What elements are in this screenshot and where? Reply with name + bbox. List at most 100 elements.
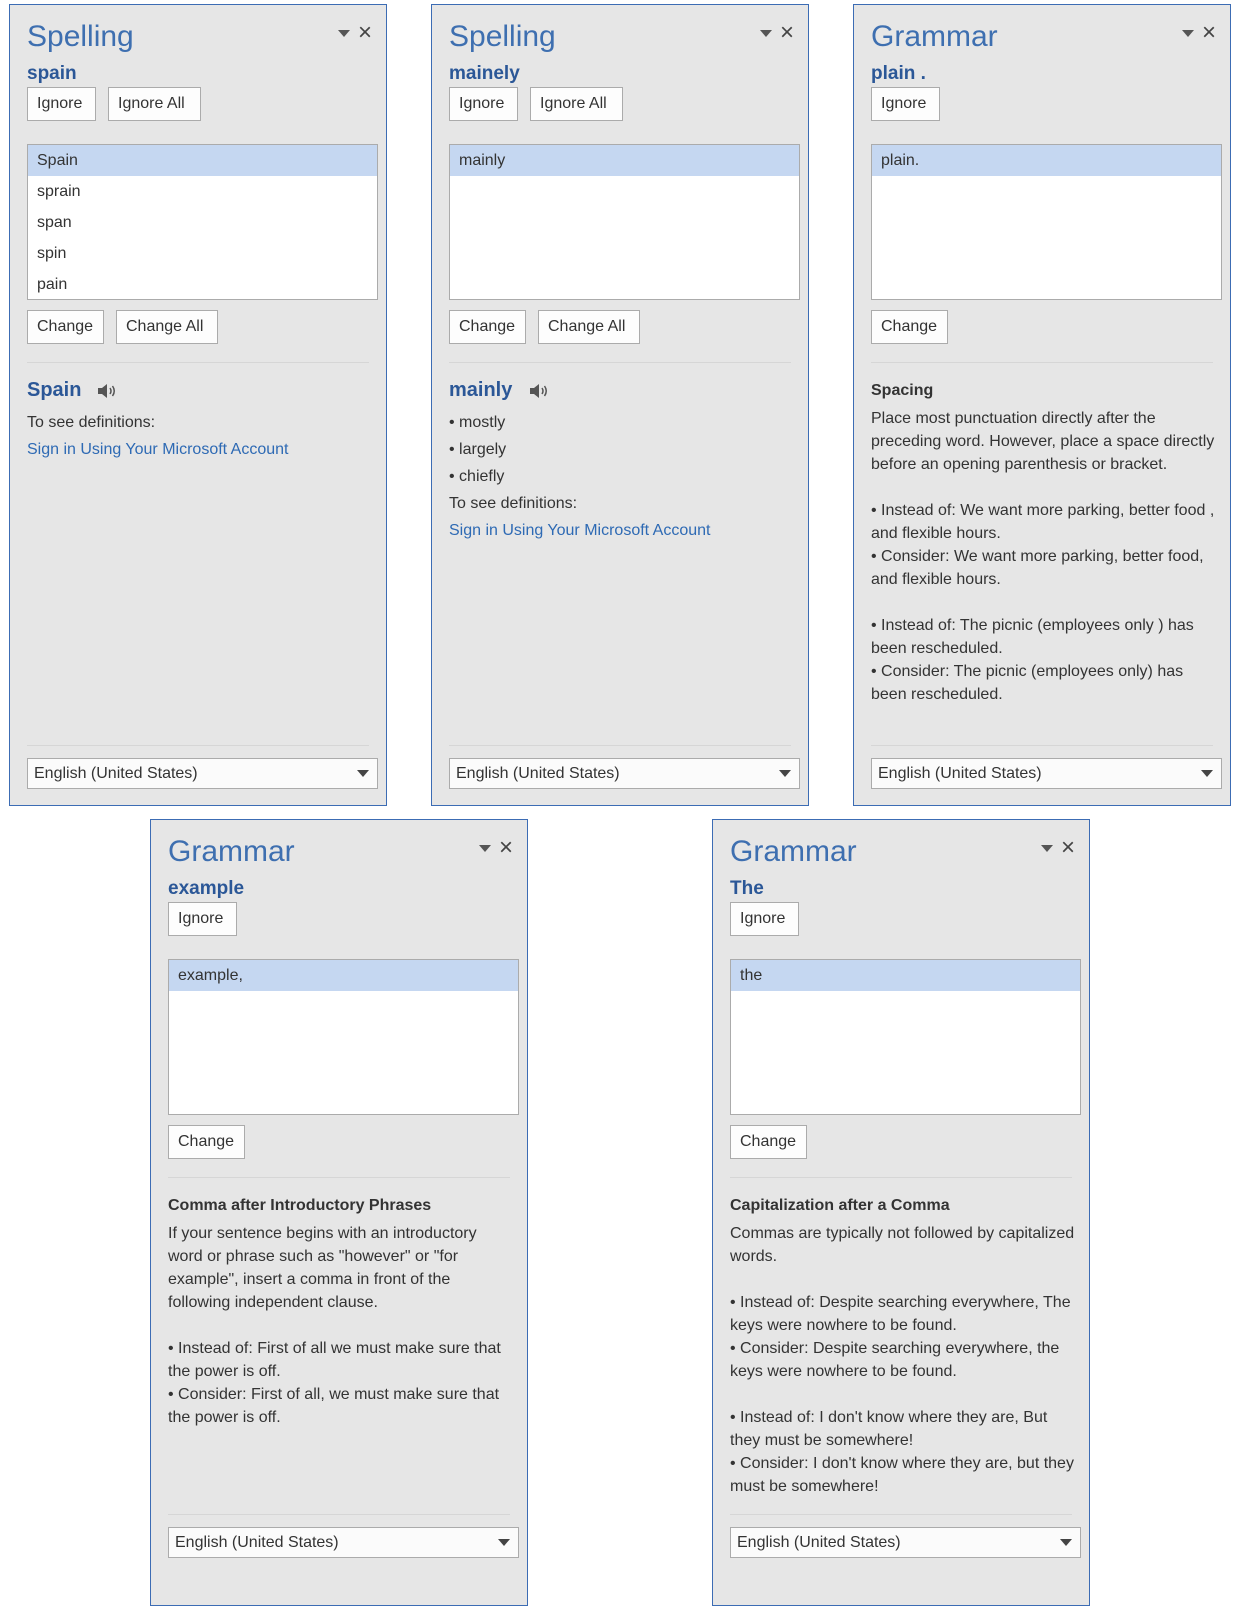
language-value: English (United States) bbox=[737, 1534, 901, 1551]
suggestion-item[interactable]: example, bbox=[169, 960, 518, 991]
close-icon[interactable]: × bbox=[358, 21, 372, 45]
chevron-down-icon[interactable] bbox=[759, 30, 772, 37]
flagged-word: spain bbox=[27, 63, 77, 84]
rule-description: If your sentence begins with an introduc… bbox=[168, 1225, 477, 1311]
change-all-button[interactable]: Change All bbox=[116, 310, 218, 344]
rule-description: Place most punctuation directly after th… bbox=[871, 410, 1215, 473]
definition-text: To see definitions: Sign in Using Your M… bbox=[27, 409, 288, 463]
language-select[interactable]: English (United States) bbox=[449, 758, 800, 789]
ignore-button[interactable]: Ignore bbox=[168, 902, 237, 936]
speaker-icon[interactable] bbox=[528, 381, 550, 401]
suggestion-item[interactable]: mainly bbox=[450, 145, 799, 176]
rule-example: • Instead of: The picnic (employees only… bbox=[871, 617, 1194, 657]
rule-example: • Consider: I don't know where they are,… bbox=[730, 1455, 1074, 1495]
change-button[interactable]: Change bbox=[730, 1125, 807, 1159]
suggestions-list[interactable]: the bbox=[730, 959, 1081, 1115]
suggestion-item[interactable]: spin bbox=[28, 238, 377, 269]
rule-example: • Consider: First of all, we must make s… bbox=[168, 1386, 500, 1426]
suggestions-list[interactable]: mainly bbox=[449, 144, 800, 300]
rule-description: Commas are typically not followed by cap… bbox=[730, 1225, 1075, 1265]
chevron-down-icon[interactable] bbox=[1181, 30, 1194, 37]
pane-controls: × bbox=[478, 836, 513, 860]
synonym-item: • mostly bbox=[449, 414, 506, 431]
close-icon[interactable]: × bbox=[780, 21, 794, 45]
ignore-button[interactable]: Ignore bbox=[730, 902, 799, 936]
language-value: English (United States) bbox=[34, 765, 198, 782]
ignore-button[interactable]: Ignore bbox=[449, 87, 518, 121]
language-value: English (United States) bbox=[878, 765, 1042, 782]
dropdown-arrow-icon bbox=[498, 1539, 510, 1546]
language-select[interactable]: English (United States) bbox=[730, 1527, 1081, 1558]
divider bbox=[27, 362, 369, 363]
pane-controls: × bbox=[337, 21, 372, 45]
sign-in-link[interactable]: Sign in Using Your Microsoft Account bbox=[449, 517, 710, 544]
grammar-rule-explanation: Capitalization after a Comma Commas are … bbox=[730, 1194, 1075, 1498]
pane-controls: × bbox=[1040, 836, 1075, 860]
suggestion-item[interactable]: span bbox=[28, 207, 377, 238]
grammar-pane-the: Grammar × The Ignore the Change Capitali… bbox=[712, 819, 1090, 1606]
change-button[interactable]: Change bbox=[27, 310, 104, 344]
change-button[interactable]: Change bbox=[168, 1125, 245, 1159]
close-icon[interactable]: × bbox=[1061, 836, 1075, 860]
divider bbox=[449, 745, 791, 746]
chevron-down-icon[interactable] bbox=[337, 30, 350, 37]
dropdown-arrow-icon bbox=[779, 770, 791, 777]
suggestion-item[interactable]: sprain bbox=[28, 176, 377, 207]
rule-title: Spacing bbox=[871, 382, 934, 399]
change-button[interactable]: Change bbox=[449, 310, 526, 344]
rule-example: • Instead of: Despite searching everywhe… bbox=[730, 1294, 1071, 1334]
close-icon[interactable]: × bbox=[499, 836, 513, 860]
synonym-item: • largely bbox=[449, 441, 507, 458]
grammar-pane-plain: Grammar × plain . Ignore plain. Change S… bbox=[853, 4, 1231, 806]
rule-example: • Instead of: First of all we must make … bbox=[168, 1340, 501, 1380]
ignore-all-button[interactable]: Ignore All bbox=[108, 87, 201, 121]
language-value: English (United States) bbox=[175, 1534, 339, 1551]
close-icon[interactable]: × bbox=[1202, 21, 1216, 45]
language-select[interactable]: English (United States) bbox=[168, 1527, 519, 1558]
suggestion-item[interactable]: the bbox=[731, 960, 1080, 991]
language-value: English (United States) bbox=[456, 765, 620, 782]
sign-in-link[interactable]: Sign in Using Your Microsoft Account bbox=[27, 436, 288, 463]
ignore-button[interactable]: Ignore bbox=[27, 87, 96, 121]
divider bbox=[730, 1514, 1072, 1515]
speaker-icon[interactable] bbox=[96, 381, 118, 401]
ignore-all-button[interactable]: Ignore All bbox=[530, 87, 623, 121]
suggestions-list[interactable]: plain. bbox=[871, 144, 1222, 300]
spelling-pane-spain: Spelling × spain Ignore Ignore All Spain… bbox=[9, 4, 387, 806]
divider bbox=[168, 1514, 510, 1515]
ignore-button[interactable]: Ignore bbox=[871, 87, 940, 121]
rule-title: Capitalization after a Comma bbox=[730, 1197, 950, 1214]
synonym-item: • chiefly bbox=[449, 468, 505, 485]
pane-title: Grammar bbox=[168, 835, 295, 868]
suggestions-list[interactable]: Spain sprain span spin pain bbox=[27, 144, 378, 300]
spelling-pane-mainely: Spelling × mainely Ignore Ignore All mai… bbox=[431, 4, 809, 806]
chevron-down-icon[interactable] bbox=[1040, 845, 1053, 852]
dropdown-arrow-icon bbox=[357, 770, 369, 777]
change-button[interactable]: Change bbox=[871, 310, 948, 344]
rule-example: • Instead of: We want more parking, bett… bbox=[871, 502, 1215, 542]
dropdown-arrow-icon bbox=[1201, 770, 1213, 777]
language-select[interactable]: English (United States) bbox=[871, 758, 1222, 789]
suggestions-list[interactable]: example, bbox=[168, 959, 519, 1115]
definition-word: mainly bbox=[449, 379, 513, 401]
chevron-down-icon[interactable] bbox=[478, 845, 491, 852]
pane-title: Grammar bbox=[730, 835, 857, 868]
grammar-pane-example: Grammar × example Ignore example, Change… bbox=[150, 819, 528, 1606]
divider bbox=[730, 1177, 1072, 1178]
pane-title: Spelling bbox=[27, 20, 134, 53]
definition-line: To see definitions: bbox=[27, 414, 156, 431]
language-select[interactable]: English (United States) bbox=[27, 758, 378, 789]
divider bbox=[168, 1177, 510, 1178]
divider bbox=[449, 362, 791, 363]
suggestion-item[interactable]: plain. bbox=[872, 145, 1221, 176]
suggestion-item[interactable]: Spain bbox=[28, 145, 377, 176]
pane-title: Grammar bbox=[871, 20, 998, 53]
change-all-button[interactable]: Change All bbox=[538, 310, 640, 344]
suggestion-item[interactable]: pain bbox=[28, 269, 377, 300]
flagged-word: plain . bbox=[871, 63, 926, 84]
